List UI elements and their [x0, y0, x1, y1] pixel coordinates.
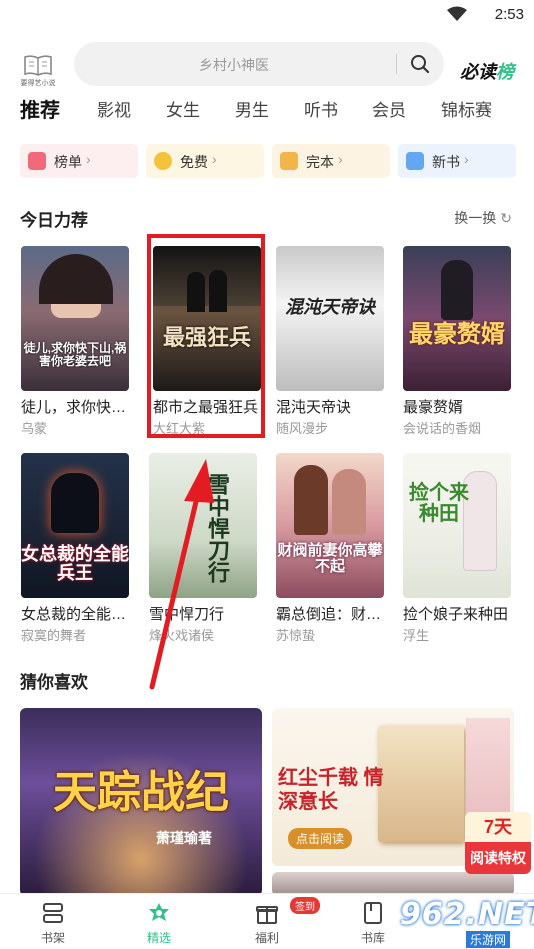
shield-check-icon	[280, 152, 298, 170]
chip-free[interactable]: 免费 ›	[146, 144, 264, 178]
seven-day-privilege-badge[interactable]: 7天 阅读特权	[465, 812, 531, 874]
status-bar: 2:53	[0, 0, 534, 30]
book-author: 乌蒙	[21, 421, 48, 436]
book-title: 徒儿，求你快…	[21, 399, 127, 416]
open-book-icon	[24, 55, 52, 76]
nav-label: 精选	[146, 931, 171, 945]
book-cover: 混沌天帝诀	[276, 246, 384, 391]
book-author: 苏惊蛰	[276, 628, 316, 643]
book-author: 会说话的香烟	[403, 421, 482, 436]
tab-member[interactable]: 会员	[372, 96, 406, 121]
chip-completed[interactable]: 完本 ›	[272, 144, 390, 178]
chevron-right-icon: ›	[212, 151, 217, 167]
read-tag: 点击阅读	[288, 828, 353, 849]
must-read-text: 必读	[460, 62, 496, 82]
search-divider	[396, 54, 397, 74]
gift-icon	[28, 152, 46, 170]
app-logo-label: 要得艺小说	[20, 80, 56, 87]
category-tabs: 推荐 影视 女生 男生 听书 会员 锦标赛	[0, 96, 534, 126]
cover-figure	[294, 465, 328, 535]
search-placeholder: 乡村小神医	[199, 57, 269, 73]
guess-book-card[interactable]: 天踪战纪 萧瑾瑜著	[20, 708, 262, 896]
quick-entry-chips: 榜单 › 免费 › 完本 › 新书 ›	[20, 144, 516, 178]
tab-tournament[interactable]: 锦标赛	[441, 96, 492, 121]
chevron-right-icon: ›	[86, 151, 91, 167]
book-title: 混沌天帝诀	[276, 399, 352, 416]
nav-featured[interactable]: 精选	[129, 900, 189, 946]
highlight-box	[147, 234, 265, 438]
refresh-label: 换一换	[454, 210, 497, 226]
chip-ranking[interactable]: 榜单 ›	[20, 144, 138, 178]
cover-title: 红尘千载 情深意长	[278, 767, 384, 813]
book-author: 寂寞的舞者	[21, 628, 87, 643]
cover-title: 捡个来种田	[409, 482, 469, 525]
refresh-icon: ↻	[500, 210, 512, 226]
status-time: 2:53	[494, 6, 524, 23]
chip-label: 完本	[306, 154, 334, 170]
gift-box-icon	[256, 906, 278, 924]
tab-recommend[interactable]: 推荐	[20, 94, 60, 123]
tab-film[interactable]: 影视	[97, 96, 131, 121]
header: 要得艺小说 乡村小神医 必读榜	[0, 40, 534, 90]
book-title: 最豪赘婿	[403, 399, 464, 416]
cover-title: 财阀前妻你高攀不起	[277, 542, 383, 575]
tab-male[interactable]: 男生	[235, 96, 269, 121]
cover-title: 女总裁的全能兵王	[21, 544, 129, 583]
book-cover: 女总裁的全能兵王	[21, 453, 129, 598]
nav-label: 书库	[360, 931, 385, 945]
wifi-icon	[447, 6, 467, 21]
search-icon[interactable]	[410, 54, 430, 74]
chip-label: 榜单	[54, 154, 82, 170]
cover-figure	[51, 473, 99, 533]
cover-figure	[332, 469, 366, 535]
refresh-button[interactable]: 换一换 ↻	[454, 208, 512, 228]
chevron-right-icon: ›	[464, 151, 469, 167]
today-picks-title: 今日力荐	[20, 211, 88, 230]
nav-library[interactable]: 书库	[343, 900, 403, 946]
cover-author: 萧瑾瑜著	[156, 830, 212, 846]
nav-label: 书架	[40, 931, 65, 945]
sign-in-badge[interactable]: 签到	[290, 897, 320, 914]
site-watermark: 962.NET 乐游网	[396, 895, 534, 949]
book-title: 霸总倒追：财…	[276, 606, 382, 623]
book-cover: 最豪赘婿	[403, 246, 511, 391]
guess-you-like-title: 猜你喜欢	[20, 673, 88, 692]
coin-icon	[154, 152, 172, 170]
bookshelf-icon	[43, 903, 63, 923]
search-input[interactable]: 乡村小神医	[74, 42, 444, 86]
cover-title: 徒儿,求你快下山,祸害你老婆去吧	[23, 341, 127, 368]
cover-title: 天踪战纪	[53, 768, 229, 817]
annotation-arrow-icon	[149, 459, 214, 690]
nav-welfare[interactable]: 福利	[237, 900, 297, 946]
tab-female[interactable]: 女生	[166, 96, 200, 121]
cover-hair	[39, 254, 113, 304]
book-author: 浮生	[403, 628, 430, 643]
book-cover: 徒儿,求你快下山,祸害你老婆去吧	[21, 246, 129, 391]
cover-title: 最豪赘婿	[409, 321, 505, 348]
nav-label: 福利	[254, 931, 279, 945]
watermark-site-name: 乐游网	[466, 931, 511, 948]
flower-icon	[149, 903, 169, 921]
chip-new-books[interactable]: 新书 ›	[398, 144, 516, 178]
book-cover: 财阀前妻你高攀不起	[276, 453, 384, 598]
chip-label: 新书	[432, 154, 460, 170]
tab-audiobook[interactable]: 听书	[304, 96, 338, 121]
badge-bottom-text: 阅读特权	[465, 842, 531, 874]
cover-title: 混沌天帝诀	[285, 297, 375, 317]
app-logo[interactable]: 要得艺小说	[18, 54, 58, 88]
chip-label: 免费	[180, 154, 208, 170]
must-read-ranking-button[interactable]: 必读榜	[460, 58, 514, 84]
book-title: 捡个娘子来种田	[403, 606, 509, 623]
book-title: 女总裁的全能…	[21, 606, 127, 623]
book-icon	[364, 902, 382, 924]
book-author: 随风漫步	[276, 421, 329, 436]
badge-top-text: 7天	[465, 812, 531, 842]
new-badge-icon	[406, 152, 424, 170]
chevron-right-icon: ›	[338, 151, 343, 167]
must-read-text-accent: 榜	[496, 62, 514, 82]
cover-figure	[441, 260, 473, 320]
book-cover: 捡个来种田	[403, 453, 511, 598]
nav-bookshelf[interactable]: 书架	[23, 900, 83, 946]
watermark-logo-text: 962.NET	[400, 897, 534, 932]
